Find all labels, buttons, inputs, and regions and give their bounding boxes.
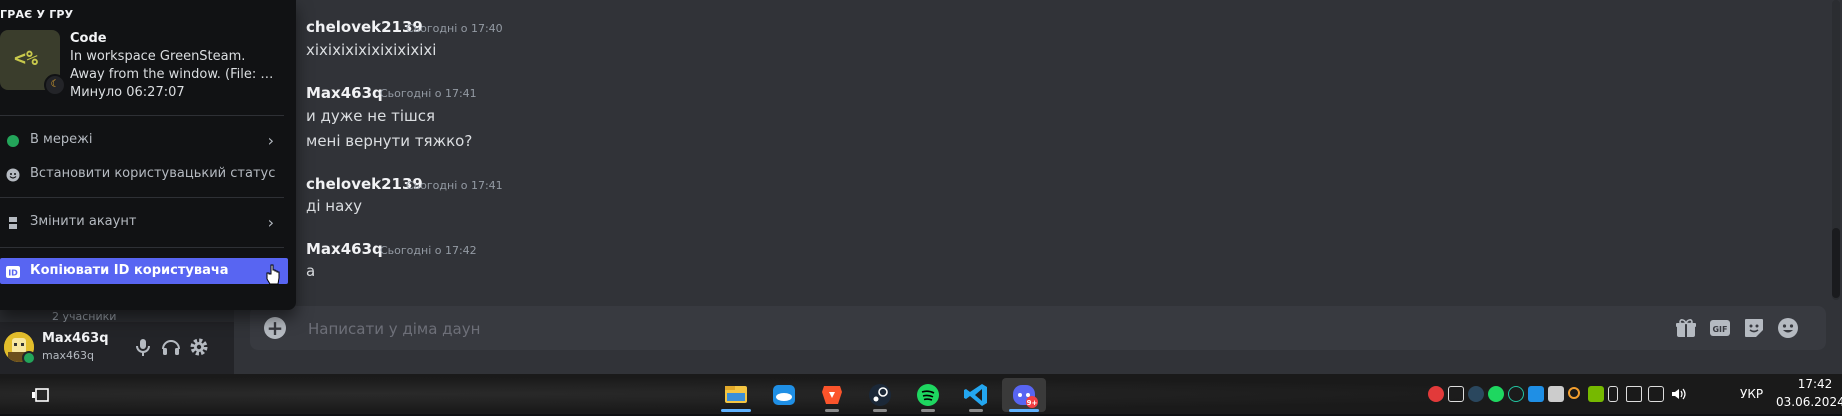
tray-app-icon[interactable]	[1448, 386, 1464, 402]
running-indicator	[921, 409, 935, 412]
menu-item-copy-user-id[interactable]: ID Копіювати ID користувача	[0, 258, 288, 284]
chevron-right-icon: ›	[267, 213, 274, 232]
menu-item-switch-account[interactable]: Змінити акаунт ›	[0, 209, 288, 235]
clock-date[interactable]: 03.06.2024	[1776, 395, 1842, 409]
tray-app-icon[interactable]	[1626, 386, 1642, 402]
message-timestamp: Сьогодні о 17:41	[380, 87, 477, 100]
online-status-dot	[22, 351, 36, 365]
username[interactable]: Max463q	[42, 331, 109, 346]
svg-text:GIF: GIF	[1712, 325, 1727, 334]
hand-cursor-icon	[266, 264, 280, 286]
tray-settings-icon[interactable]	[1508, 386, 1524, 402]
activity-elapsed: Минуло 06:27:07	[70, 85, 185, 100]
message-input[interactable]	[306, 316, 1610, 342]
discord-window: 2 учасники Max463q max463q chelovek2139 …	[0, 0, 1842, 374]
windows-taskbar: 9+ УКР 17:42 03.06.2024	[0, 374, 1842, 414]
smiley-icon	[6, 167, 20, 182]
message-timestamp: Сьогодні о 17:41	[406, 179, 503, 192]
attach-plus-button[interactable]: +	[264, 317, 286, 339]
steam-icon[interactable]	[858, 378, 902, 412]
menu-item-custom-status[interactable]: Встановити користувацький статус	[0, 161, 288, 187]
tray-app-icon[interactable]	[1428, 386, 1444, 402]
message-text: и дуже не тішся	[306, 107, 435, 125]
usb-icon[interactable]	[1608, 386, 1618, 402]
online-status-icon	[6, 133, 20, 147]
file-explorer-icon[interactable]	[714, 378, 758, 412]
running-indicator	[969, 409, 983, 412]
message-text: а	[306, 262, 316, 280]
network-icon[interactable]	[1648, 386, 1664, 402]
clock-time[interactable]: 17:42	[1790, 377, 1840, 391]
running-indicator	[873, 409, 887, 412]
user-status-popout: ГРАЄ У ГРУ <% ☾ Code In workspace GreenS…	[0, 0, 296, 310]
tray-discord-icon[interactable]	[1548, 386, 1564, 402]
menu-divider	[0, 115, 284, 116]
user-panel: Max463q max463q	[0, 322, 234, 374]
menu-label: Змінити акаунт	[30, 214, 137, 229]
code-app-glyph: <%	[14, 46, 39, 70]
activity-section-header: ГРАЄ У ГРУ	[0, 8, 74, 21]
id-badge-icon: ID	[6, 264, 20, 278]
message-text: xixixixixixixixixixi	[306, 41, 437, 59]
user-tag: max463q	[42, 349, 94, 362]
microphone-icon[interactable]	[132, 336, 154, 358]
activity-app-icon: <% ☾	[0, 30, 66, 96]
tray-nvidia-icon[interactable]	[1588, 386, 1604, 402]
message-author[interactable]: Max463q	[306, 84, 383, 102]
scrollbar-thumb[interactable]	[1832, 228, 1840, 298]
vscode-icon[interactable]	[954, 378, 998, 412]
onedrive-icon[interactable]	[762, 378, 806, 412]
tray-search-icon[interactable]	[1568, 387, 1580, 399]
id-badge-label: ID	[8, 269, 18, 278]
menu-divider	[0, 197, 284, 198]
tray-onedrive-icon[interactable]	[1528, 386, 1544, 402]
message-author[interactable]: Max463q	[306, 240, 383, 258]
active-indicator	[1009, 409, 1039, 412]
message-timestamp: Сьогодні о 17:42	[380, 244, 477, 257]
gif-icon[interactable]: GIF	[1708, 316, 1734, 340]
task-view-icon[interactable]	[28, 378, 58, 412]
activity-title: Code	[70, 31, 107, 46]
spotify-icon[interactable]	[906, 378, 950, 412]
running-indicator	[825, 409, 839, 412]
activity-state: Away from the window. (File: main...	[70, 67, 284, 82]
sticker-icon[interactable]	[1742, 316, 1768, 340]
menu-label: Копіювати ID користувача	[30, 263, 229, 278]
gift-icon[interactable]	[1674, 316, 1700, 340]
notification-badge: 9+	[1027, 399, 1038, 407]
emoji-icon[interactable]	[1776, 316, 1802, 340]
message-text: ді наху	[306, 197, 363, 215]
message-text: мені вернути тяжко?	[306, 132, 473, 150]
tray-steam-icon[interactable]	[1468, 386, 1484, 402]
message-timestamp: Сьогодні о 17:40	[406, 22, 503, 35]
menu-item-online-status[interactable]: В мережі ›	[0, 127, 288, 153]
message-scrollbar[interactable]	[1832, 0, 1840, 300]
start-button-icon[interactable]	[0, 378, 16, 412]
menu-label: Встановити користувацький статус	[30, 166, 276, 181]
idle-moon-icon: ☾	[44, 74, 66, 96]
tray-spotify-icon[interactable]	[1488, 386, 1504, 402]
message-composer: + GIF	[250, 306, 1826, 350]
menu-divider	[0, 247, 284, 248]
chevron-right-icon: ›	[267, 131, 274, 150]
active-indicator	[721, 409, 751, 412]
brave-browser-icon[interactable]	[810, 378, 854, 412]
volume-icon[interactable]	[1670, 386, 1686, 402]
chat-area: chelovek2139 Сьогодні о 17:40 xixixixixi…	[234, 0, 1842, 374]
menu-label: В мережі	[30, 132, 93, 147]
switch-account-icon	[6, 215, 20, 229]
discord-taskbar-icon[interactable]: 9+	[1002, 378, 1046, 412]
headphones-icon[interactable]	[160, 336, 182, 358]
settings-gear-icon[interactable]	[188, 336, 210, 358]
activity-details: In workspace GreenSteam.	[70, 49, 246, 64]
language-indicator[interactable]: УКР	[1740, 387, 1763, 401]
